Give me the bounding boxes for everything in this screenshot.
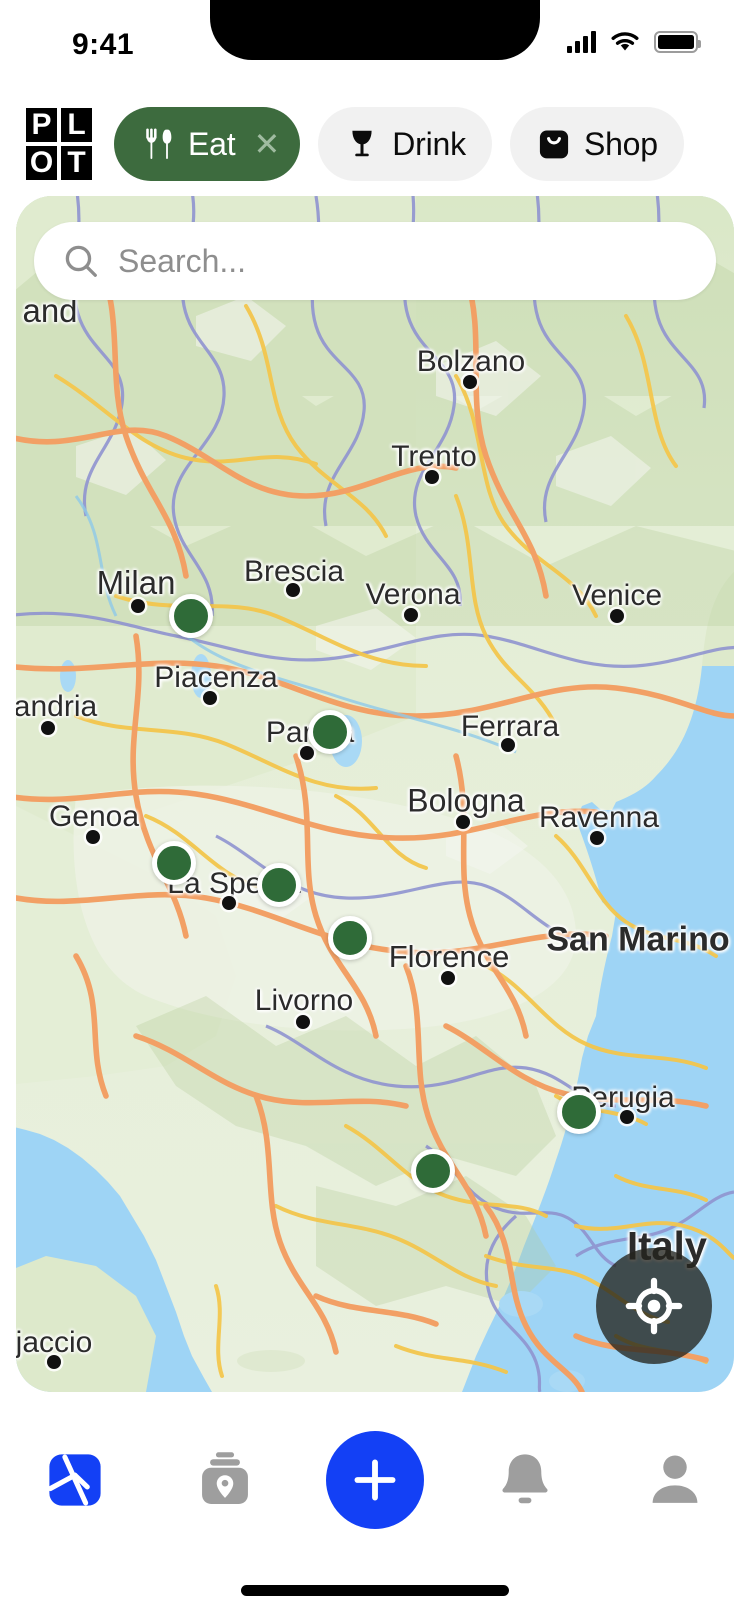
city-dot: [86, 830, 100, 844]
bottom-nav-row: [0, 1420, 750, 1540]
nav-item-notifications[interactable]: [465, 1420, 585, 1540]
search-bar[interactable]: Search...: [34, 222, 716, 300]
place-marker-4[interactable]: [257, 863, 301, 907]
filter-pill-shop[interactable]: Shop: [509, 107, 684, 181]
fork-knife-icon: [146, 128, 172, 159]
nav-item-trips[interactable]: [165, 1420, 285, 1540]
city-dot: [501, 738, 515, 752]
city-dot: [463, 375, 477, 389]
place-marker-3[interactable]: [152, 841, 196, 885]
logo-letter-t: T: [61, 146, 92, 180]
map-view[interactable]: and Bolzano Trento Milan Brescia Verona …: [16, 196, 734, 1392]
nav-item-add[interactable]: [315, 1420, 435, 1540]
logo-letter-p: P: [26, 108, 57, 142]
place-marker-2[interactable]: [308, 710, 352, 754]
logo-letter-l: L: [61, 108, 92, 142]
status-time: 9:41: [72, 28, 135, 61]
place-marker-6[interactable]: [557, 1090, 601, 1134]
close-icon[interactable]: ✕: [253, 128, 280, 160]
filter-pill-eat[interactable]: Eat ✕: [114, 107, 301, 181]
shopping-bag-icon: [539, 130, 569, 159]
city-dot: [404, 608, 418, 622]
city-dot: [590, 831, 604, 845]
bell-icon: [502, 1454, 548, 1504]
cellular-signal-icon: [567, 31, 596, 53]
city-dot: [131, 599, 145, 613]
filter-label-shop: Shop: [583, 125, 658, 162]
home-indicator: [241, 1585, 509, 1596]
map-canvas: [16, 196, 734, 1392]
status-bar: 9:41: [0, 0, 750, 92]
battery-icon: [654, 31, 701, 53]
logo-letter-o: O: [26, 146, 57, 180]
city-dot: [41, 721, 55, 735]
app-logo[interactable]: P L O T: [26, 108, 92, 180]
city-dot: [610, 609, 624, 623]
place-marker-1[interactable]: [169, 594, 213, 638]
filter-label-eat: Eat: [188, 125, 236, 162]
city-dot: [296, 1015, 310, 1029]
bottom-navigation: [0, 1392, 750, 1624]
plus-icon: [354, 1459, 396, 1501]
city-dot: [425, 470, 439, 484]
search-icon: [65, 245, 97, 277]
city-dot: [300, 746, 314, 760]
notch: [210, 0, 540, 60]
city-dot: [47, 1355, 61, 1369]
filter-pill-drink[interactable]: Drink: [318, 107, 492, 181]
plot-map-icon: [47, 1454, 101, 1506]
city-dot: [456, 815, 470, 829]
top-filter-bar: P L O T Eat ✕ Drink Shop: [0, 100, 750, 188]
locate-me-button[interactable]: [596, 1248, 712, 1364]
city-dot: [222, 896, 236, 910]
filter-label-drink: Drink: [392, 125, 466, 162]
city-dot: [286, 583, 300, 597]
city-dot: [620, 1110, 634, 1124]
status-indicators: [567, 30, 701, 54]
place-marker-5[interactable]: [328, 916, 372, 960]
add-button[interactable]: [326, 1431, 424, 1529]
nav-item-profile[interactable]: [615, 1420, 735, 1540]
city-dot: [441, 971, 455, 985]
wifi-icon: [611, 32, 639, 51]
crosshair-location-icon: [625, 1277, 683, 1335]
search-placeholder: Search...: [118, 242, 247, 279]
place-marker-7[interactable]: [411, 1149, 455, 1193]
person-icon: [652, 1455, 698, 1503]
wine-glass-icon: [352, 130, 372, 157]
suitcase-pin-icon: [202, 1452, 248, 1504]
filter-pills: Eat ✕ Drink Shop: [114, 107, 684, 181]
nav-item-map[interactable]: [15, 1420, 135, 1540]
city-dot: [203, 691, 217, 705]
phone-screen: 9:41 P L O T Eat ✕ Drink Shop and Bolzan…: [0, 0, 750, 1624]
